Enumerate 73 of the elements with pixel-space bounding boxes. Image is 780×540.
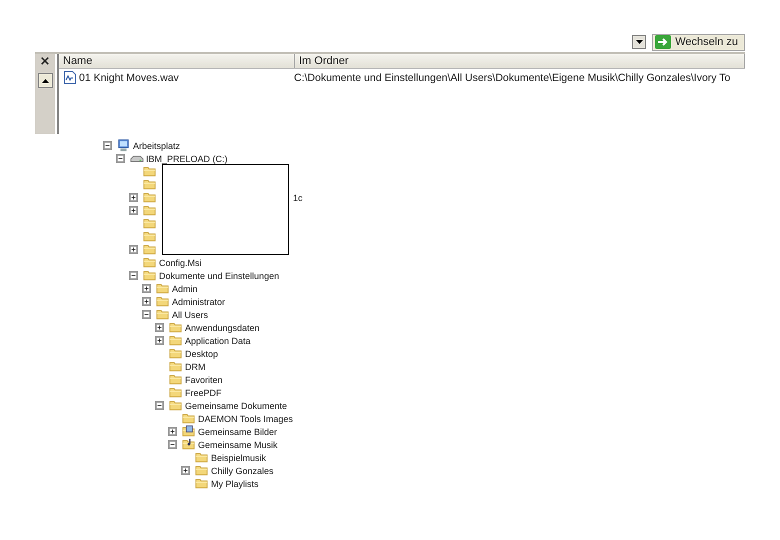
tree-item-label[interactable]: Admin	[172, 284, 198, 294]
tree-item-label[interactable]: Gemeinsame Musik	[198, 440, 278, 450]
file-name-cell: 01 Knight Moves.wav	[59, 71, 290, 84]
folder-icon	[142, 243, 157, 256]
tree-item-label[interactable]: Config.Msi	[159, 258, 202, 268]
expand-icon[interactable]	[142, 284, 151, 293]
folder-icon	[168, 360, 183, 373]
expand-icon[interactable]	[129, 193, 138, 202]
folder-icon	[168, 334, 183, 347]
expand-icon[interactable]	[155, 336, 164, 345]
collapse-icon[interactable]	[142, 310, 151, 319]
dropdown-button[interactable]	[632, 35, 646, 49]
folder-path-cell-text: C:\Dokumente und Einstellungen\All Users\Dokumente\Eigene Musik\Chilly Gonzales\Ivory To	[293, 72, 732, 84]
collapse-icon[interactable]	[129, 271, 138, 280]
tree-item-label[interactable]: Desktop	[185, 348, 218, 358]
close-button[interactable]: ×	[40, 55, 50, 69]
tree-item-label[interactable]: My Playlists	[211, 478, 259, 488]
collapse-icon[interactable]	[168, 440, 177, 449]
collapse-icon[interactable]	[116, 154, 125, 163]
go-button[interactable]: Wechseln zu	[652, 34, 745, 50]
tree-item-label[interactable]: DRM	[185, 362, 206, 372]
column-header[interactable]: Im Ordner	[295, 54, 745, 68]
tree-item-label[interactable]: FreePDF	[185, 388, 222, 398]
collapse-icon[interactable]	[103, 141, 112, 150]
column-header[interactable]: Name	[59, 54, 295, 68]
folder-icon	[194, 477, 209, 490]
folder-icon	[168, 373, 183, 386]
tree-item-label[interactable]: Application Data	[185, 336, 251, 346]
tree-item-label[interactable]: Administrator	[172, 296, 226, 306]
tree-item-label[interactable]: 1c	[293, 192, 303, 202]
scroll-up-button[interactable]	[38, 73, 52, 88]
tree-item-label[interactable]: Gemeinsame Dokumente	[185, 400, 288, 410]
folder-icon	[155, 282, 170, 295]
tree-item-label[interactable]: All Users	[172, 310, 208, 320]
folder-icon	[168, 386, 183, 399]
expand-icon[interactable]	[181, 466, 190, 475]
caret-icon	[636, 40, 643, 44]
expand-icon[interactable]	[155, 323, 164, 332]
folder-icon	[168, 347, 183, 360]
collapse-icon[interactable]	[155, 401, 164, 410]
folder-icon	[155, 295, 170, 308]
folder-icon	[142, 165, 157, 178]
tree-item-label[interactable]: Gemeinsame Bilder	[198, 426, 278, 436]
folder-icon	[168, 399, 183, 412]
expand-icon[interactable]	[129, 245, 138, 254]
tree-item-label[interactable]: IBM_PRELOAD (C:)	[146, 154, 228, 164]
folder-icon	[142, 256, 157, 269]
folder-icon	[181, 412, 196, 425]
folder-icon	[142, 217, 157, 230]
folder-icon	[142, 191, 157, 204]
expand-icon[interactable]	[142, 297, 151, 306]
folder-icon	[142, 204, 157, 217]
expand-icon[interactable]	[168, 427, 177, 436]
tree-item-label[interactable]: Anwendungsdaten	[185, 322, 260, 332]
tree-item-label[interactable]: Beispielmusik	[211, 452, 266, 462]
folder-icon	[194, 464, 209, 477]
expand-icon[interactable]	[129, 206, 138, 215]
audio-file-icon	[64, 71, 76, 84]
folder-icon	[168, 321, 183, 334]
music-folder-icon	[181, 438, 196, 451]
folder-icon	[142, 230, 157, 243]
caret-icon	[42, 78, 48, 82]
tree-item-label[interactable]: Dokumente und Einstellungen	[159, 270, 280, 280]
tree-item-label[interactable]: Arbeitsplatz	[133, 140, 180, 150]
folder-icon	[155, 308, 170, 321]
folder-icon	[142, 178, 157, 191]
folder-icon	[194, 451, 209, 464]
computer-icon	[116, 139, 131, 152]
tree-item-label[interactable]: Favoriten	[185, 374, 223, 384]
tree-item-label[interactable]: Chilly Gonzales	[211, 466, 274, 476]
folder-icon	[142, 269, 157, 282]
tree-item-label[interactable]: DAEMON Tools Images	[198, 414, 293, 424]
picture-folder-icon	[181, 425, 196, 438]
